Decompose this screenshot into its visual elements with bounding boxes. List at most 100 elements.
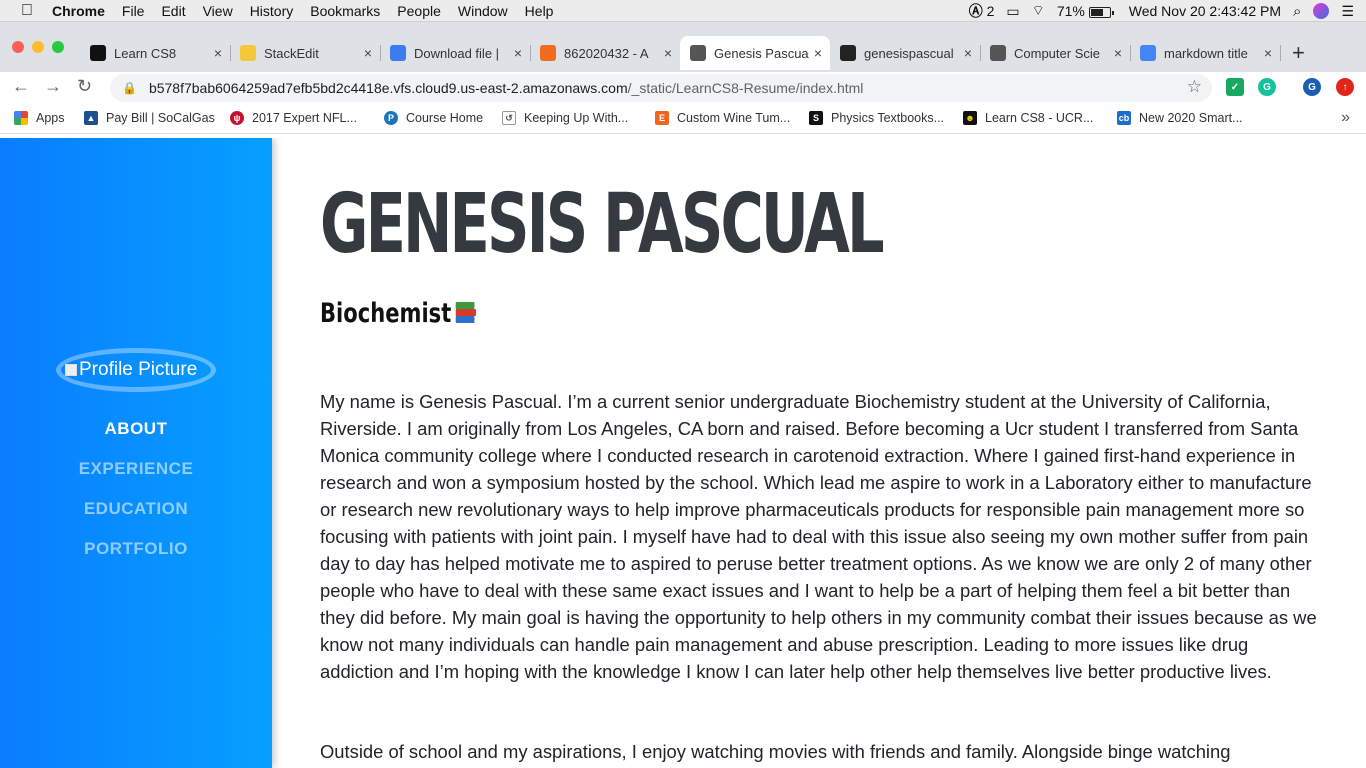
zoom-window-button[interactable] xyxy=(52,41,64,53)
bookmarks-bar: Apps ▲ Pay Bill | SoCalGas ψ 2017 Expert N… xyxy=(0,104,1366,134)
close-tab-icon[interactable]: × xyxy=(814,45,822,61)
bookmark-course-home[interactable]: P Course Home xyxy=(384,111,483,125)
url-host: b578f7bab6064259ad7efb5bd2c4418e.vfs.clo… xyxy=(148,80,628,96)
nav-about[interactable]: ABOUT xyxy=(0,419,272,439)
browser-tab[interactable]: genesispascual × xyxy=(830,36,981,70)
close-tab-icon[interactable]: × xyxy=(364,45,372,61)
menu-window[interactable]: Window xyxy=(458,3,508,19)
apps-grid-icon xyxy=(14,111,28,125)
nav-portfolio[interactable]: PORTFOLIO xyxy=(0,539,272,559)
etsy-icon: E xyxy=(655,111,669,125)
browser-tab[interactable]: Learn CS8 × xyxy=(80,36,231,70)
tab-title: markdown title xyxy=(1164,45,1248,61)
siri-icon[interactable] xyxy=(1313,3,1330,19)
grammarly-icon[interactable]: G xyxy=(1258,78,1276,96)
close-tab-icon[interactable]: × xyxy=(1114,45,1122,61)
browser-tab[interactable]: 862020432 - A × xyxy=(530,36,680,70)
resume-sidebar: Profile Picture ABOUT EXPERIENCE EDUCATI… xyxy=(0,138,272,768)
adobe-status[interactable]: Ⓐ 2 xyxy=(969,1,995,21)
browser-tab[interactable]: Download file | × xyxy=(380,36,531,70)
macos-menu-bar:  Chrome File Edit View History Bookmark… xyxy=(0,0,1366,22)
bookmark-label: 2017 Expert NFL... xyxy=(252,111,357,125)
back-arrow-icon[interactable]: ← xyxy=(12,76,30,97)
bookmark-label: Course Home xyxy=(406,111,484,125)
shield-extension-icon[interactable]: ✓ xyxy=(1226,78,1244,96)
bookmark-physics-textbooks[interactable]: S Physics Textbooks... xyxy=(809,111,944,125)
battery-fill xyxy=(1090,8,1103,16)
bookmark-keeping-up[interactable]: ↺ Keeping Up With... xyxy=(502,111,628,125)
nav-education[interactable]: EDUCATION xyxy=(0,499,272,519)
bookmark-label: Custom Wine Tum... xyxy=(677,111,791,125)
course-home-icon: P xyxy=(384,111,398,125)
lock-icon[interactable]: 🔒 xyxy=(122,81,137,95)
menu-help[interactable]: Help xyxy=(525,3,554,19)
bookmark-socalgas[interactable]: ▲ Pay Bill | SoCalGas xyxy=(84,111,215,125)
bookmark-learn-cs8[interactable]: ☻ Learn CS8 - UCR... xyxy=(963,111,1093,125)
bookmark-star-icon[interactable]: ☆ xyxy=(1187,77,1202,97)
menu-bookmarks[interactable]: Bookmarks xyxy=(310,3,380,19)
bookmark-label: Pay Bill | SoCalGas xyxy=(106,111,215,125)
browser-tab[interactable]: Genesis Pascual × xyxy=(680,36,830,70)
bookmark-nfl[interactable]: ψ 2017 Expert NFL... xyxy=(230,111,357,125)
page-title: GENESIS PASCUAL xyxy=(320,177,885,272)
close-tab-icon[interactable]: × xyxy=(214,45,222,61)
notification-center-icon[interactable]: ☰ xyxy=(1341,3,1354,20)
profile-avatar-icon[interactable]: G xyxy=(1303,78,1321,96)
menu-file[interactable]: File xyxy=(122,3,145,19)
bookmark-label: New 2020 Smart... xyxy=(1139,111,1243,125)
spotlight-icon[interactable]: ⌕ xyxy=(1293,3,1301,20)
address-bar[interactable]: 🔒 b578f7bab6064259ad7efb5bd2c4418e.vfs.c… xyxy=(110,74,1212,102)
forward-arrow-icon[interactable]: → xyxy=(44,76,62,97)
close-tab-icon[interactable]: × xyxy=(664,45,672,61)
close-window-button[interactable] xyxy=(12,41,24,53)
stackedit-icon xyxy=(240,45,256,61)
browser-toolbar: ← → ↻ 🔒 b578f7bab6064259ad7efb5bd2c4418e… xyxy=(0,72,1366,104)
adobe-icon: Ⓐ xyxy=(968,3,983,19)
bookmark-apps[interactable]: Apps xyxy=(14,111,65,125)
broken-image-icon xyxy=(65,364,77,376)
menu-view[interactable]: View xyxy=(203,3,233,19)
profile-picture: Profile Picture xyxy=(56,348,216,392)
menu-history[interactable]: History xyxy=(250,3,294,19)
new-tab-button[interactable]: + xyxy=(1292,40,1305,66)
tab-title: Genesis Pascual xyxy=(714,45,809,61)
browser-tab[interactable]: Computer Scie × xyxy=(980,36,1131,70)
bookmark-label: Physics Textbooks... xyxy=(831,111,945,125)
subtitle: Biochemist xyxy=(320,298,478,329)
reload-icon[interactable]: ↻ xyxy=(77,76,92,97)
book-spine xyxy=(455,316,475,323)
bookmarks-overflow-icon[interactable]: » xyxy=(1341,109,1350,127)
browser-tab[interactable]: markdown title × xyxy=(1130,36,1281,70)
globe-icon xyxy=(990,45,1006,61)
browser-tab[interactable]: StackEdit × xyxy=(230,36,381,70)
physics-icon: S xyxy=(809,111,823,125)
battery-status[interactable]: 71% xyxy=(1057,3,1114,19)
wifi-icon[interactable]: ⌔ xyxy=(1032,2,1045,20)
tab-title: Download file | xyxy=(414,45,500,61)
tab-strip: Learn CS8 × StackEdit × Download file | × 8620… xyxy=(0,22,1366,72)
tab-title: Learn CS8 xyxy=(114,45,177,61)
menu-status-area: Ⓐ 2 ▭ ⌔ 71% Wed Nov 20 2:43:42 PM ⌕ ☰ xyxy=(969,0,1366,22)
tab-title: genesispascual xyxy=(864,45,954,61)
nav-experience[interactable]: EXPERIENCE xyxy=(0,459,272,479)
menu-people[interactable]: People xyxy=(397,3,441,19)
apple-icon[interactable]:  xyxy=(18,2,36,20)
tab-title: 862020432 - A xyxy=(564,45,649,61)
dropbox-icon xyxy=(390,45,406,61)
close-tab-icon[interactable]: × xyxy=(514,45,522,61)
extension-red-icon[interactable]: ↑ xyxy=(1336,78,1354,96)
tab-separator xyxy=(1280,45,1281,61)
bookmark-smart[interactable]: cb New 2020 Smart... xyxy=(1117,111,1243,125)
github-icon xyxy=(840,45,856,61)
menu-app-name[interactable]: Chrome xyxy=(52,3,105,19)
bookmark-wine-tumbler[interactable]: E Custom Wine Tum... xyxy=(655,111,790,125)
minimize-window-button[interactable] xyxy=(32,41,44,53)
menu-clock[interactable]: Wed Nov 20 2:43:42 PM xyxy=(1129,3,1281,19)
cb-icon: cb xyxy=(1117,111,1131,125)
close-tab-icon[interactable]: × xyxy=(964,45,972,61)
airplay-icon[interactable]: ▭ xyxy=(1006,3,1019,20)
web-page: Profile Picture ABOUT EXPERIENCE EDUCATI… xyxy=(0,138,1366,768)
menu-edit[interactable]: Edit xyxy=(161,3,185,19)
books-icon xyxy=(454,300,477,324)
close-tab-icon[interactable]: × xyxy=(1264,45,1272,61)
